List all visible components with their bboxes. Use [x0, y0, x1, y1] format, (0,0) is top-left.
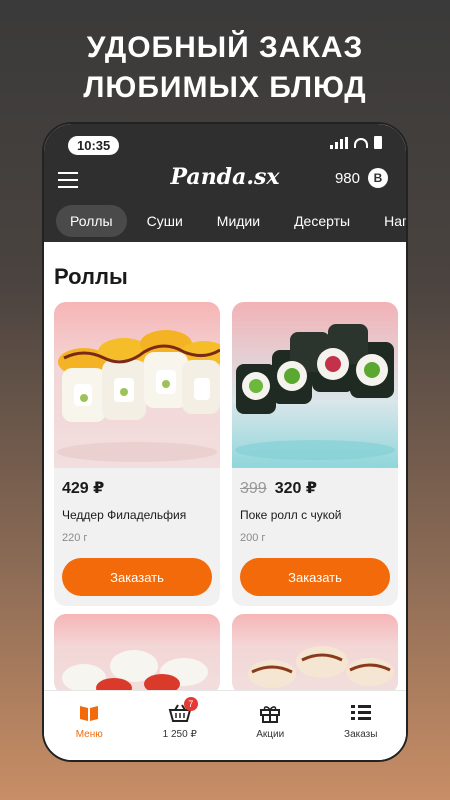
tab-menu[interactable]: Меню [44, 691, 135, 760]
tab-drinks[interactable]: Напитк [370, 205, 406, 237]
phone-frame: 10:35 Panda.sx 980 B Роллы Суши Мидии Де… [42, 122, 408, 762]
signal-icon [330, 136, 348, 149]
product-weight: 220 г [62, 532, 88, 544]
product-image[interactable] [232, 302, 398, 468]
top-bar: 10:35 Panda.sx 980 B Роллы Суши Мидии Де… [44, 124, 406, 242]
product-image[interactable] [54, 302, 220, 468]
tab-promos[interactable]: Акции [225, 691, 316, 760]
status-icons [330, 136, 382, 149]
promo-line-2: ЛЮБИМЫХ БЛЮД [83, 71, 367, 104]
tab-desserts[interactable]: Десерты [280, 205, 364, 237]
category-tabs: Роллы Суши Мидии Десерты Напитк [44, 200, 406, 242]
wifi-icon [354, 137, 368, 148]
tab-menu-label: Меню [75, 729, 103, 740]
order-button[interactable]: Заказать [62, 558, 212, 596]
section-title: Роллы [54, 264, 128, 289]
battery-icon [374, 136, 382, 149]
tab-mussels[interactable]: Мидии [203, 205, 274, 237]
tab-cart[interactable]: 7 1 250 ₽ [135, 691, 226, 760]
product-name: Чеддер Филадельфия [62, 508, 187, 522]
status-time: 10:35 [68, 136, 120, 155]
price: 429 ₽ [62, 480, 105, 497]
promo-line-1: УДОБНЫЙ ЗАКАЗ [86, 31, 364, 64]
old-price: 399 [240, 480, 267, 497]
list-icon [350, 705, 371, 720]
price-row: 429 ₽ [54, 468, 220, 498]
product-card[interactable] [232, 614, 398, 694]
tab-sushi[interactable]: Суши [133, 205, 197, 237]
tab-rolls[interactable]: Роллы [56, 205, 127, 237]
cart-count-badge: 7 [183, 697, 198, 711]
bottom-tab-bar: Меню 7 1 250 ₽ Акции Заказы [44, 690, 406, 760]
product-weight: 200 г [240, 532, 266, 544]
product-image[interactable] [232, 614, 398, 694]
app-bar: Panda.sx 980 B [44, 160, 406, 200]
tab-orders[interactable]: Заказы [316, 691, 407, 760]
tab-cart-label: 1 250 ₽ [162, 729, 197, 740]
promo-headline: УДОБНЫЙ ЗАКАЗ ЛЮБИМЫХ БЛЮД [0, 28, 450, 108]
tab-orders-label: Заказы [344, 729, 378, 740]
menu-content: Роллы 429 ₽ Чеддер Филадельфия 220 г Зак… [44, 242, 406, 760]
order-button[interactable]: Заказать [240, 558, 390, 596]
product-card[interactable]: 429 ₽ Чеддер Филадельфия 220 г Заказать [54, 302, 220, 606]
status-bar: 10:35 [44, 124, 406, 160]
product-card[interactable]: 399 320 ₽ Поке ролл с чукой 200 г Заказа… [232, 302, 398, 606]
product-name: Поке ролл с чукой [240, 508, 342, 522]
bonus-balance[interactable]: 980 B [335, 168, 388, 188]
tab-promos-label: Акции [256, 729, 285, 740]
gift-icon [260, 706, 281, 723]
price-row: 399 320 ₽ [232, 468, 398, 498]
price: 320 ₽ [274, 480, 317, 497]
book-menu-icon [80, 706, 99, 721]
product-card[interactable] [54, 614, 220, 694]
balance-value: 980 [334, 169, 360, 187]
product-image[interactable] [54, 614, 220, 694]
bonus-coin-icon: B [368, 168, 388, 188]
